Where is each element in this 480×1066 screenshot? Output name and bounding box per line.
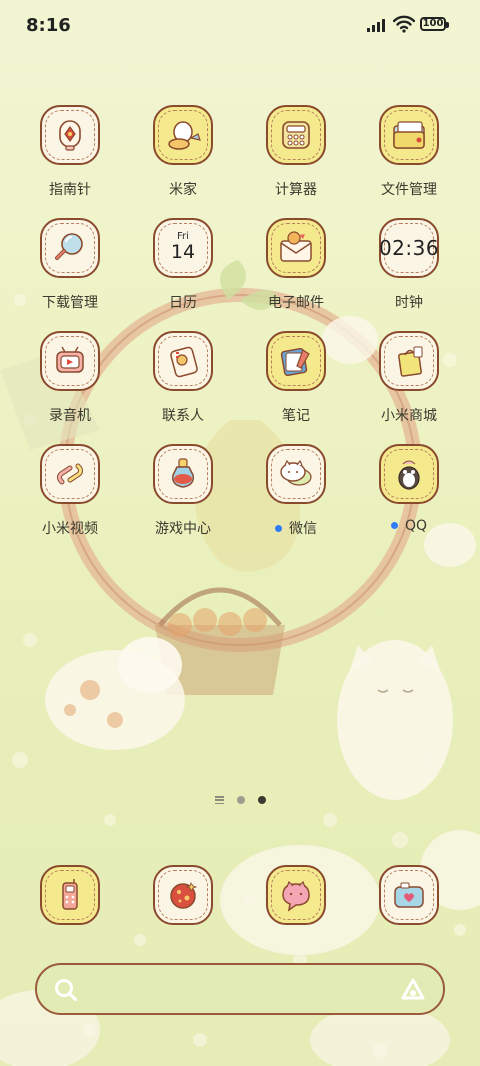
calendar-icon: Fri 14 (153, 218, 213, 278)
status-time: 8:16 (26, 15, 71, 36)
page-dot-1[interactable] (236, 796, 245, 804)
new-notification-dot (275, 524, 282, 532)
app-compass[interactable]: 指南针 (20, 105, 120, 199)
compass-icon (40, 105, 100, 165)
assistant-icon[interactable] (399, 977, 427, 1003)
app-label: 文件管理 (381, 182, 437, 198)
app-label: 小米视频 (42, 521, 98, 537)
battery-level: 100 (422, 18, 444, 29)
qq-icon (379, 444, 439, 504)
app-mijia[interactable]: 米家 (133, 105, 233, 199)
app-recorder[interactable]: 录音机 (20, 331, 120, 425)
mi-store-icon (379, 331, 439, 391)
battery-icon: 100 (420, 17, 449, 31)
contacts-icon (153, 331, 213, 391)
app-calendar[interactable]: Fri 14 日历 (133, 218, 233, 312)
dock-messages[interactable] (246, 865, 346, 925)
app-label: 时钟 (395, 295, 423, 311)
app-label: 米家 (169, 182, 197, 198)
file-manager-icon (379, 105, 439, 165)
app-notes[interactable]: 笔记 (246, 331, 346, 425)
app-calculator[interactable]: 计算器 (246, 105, 346, 199)
app-label: 游戏中心 (155, 521, 211, 537)
calendar-day: 14 (170, 241, 196, 263)
mijia-icon (153, 105, 213, 165)
clock-icon: 02:36 (379, 218, 439, 278)
wechat-icon (266, 444, 326, 504)
game-center-icon (153, 444, 213, 504)
app-wechat[interactable]: 微信 (246, 444, 346, 538)
app-label: 笔记 (282, 408, 310, 424)
dock-camera[interactable] (359, 865, 459, 925)
messages-icon (266, 865, 326, 925)
app-label: 联系人 (162, 408, 204, 424)
app-file-manager[interactable]: 文件管理 (359, 105, 459, 199)
cellular-signal-icon (367, 19, 385, 32)
app-label: 微信 (246, 518, 346, 538)
phone-icon (40, 865, 100, 925)
app-label: 录音机 (49, 408, 91, 424)
app-game-center[interactable]: 游戏中心 (133, 444, 233, 538)
status-bar: 8:16 100 (0, 0, 480, 52)
camera-icon (379, 865, 439, 925)
app-email[interactable]: 电子邮件 (246, 218, 346, 312)
app-label: 电子邮件 (268, 295, 324, 311)
app-label: QQ (359, 518, 459, 534)
app-mi-video[interactable]: 小米视频 (20, 444, 120, 538)
app-label: 指南针 (49, 182, 91, 198)
app-mi-store[interactable]: 小米商城 (359, 331, 459, 425)
notes-icon (266, 331, 326, 391)
calculator-icon (266, 105, 326, 165)
app-label: 下载管理 (42, 295, 98, 311)
recorder-icon (40, 331, 100, 391)
dock-phone[interactable] (20, 865, 120, 925)
page-dot-2-active[interactable] (257, 796, 266, 804)
download-manager-icon (40, 218, 100, 278)
email-icon (266, 218, 326, 278)
mi-video-icon (40, 444, 100, 504)
app-label: 计算器 (275, 182, 317, 198)
new-notification-dot (390, 521, 398, 529)
app-download-manager[interactable]: 下载管理 (20, 218, 120, 312)
app-label: 日历 (169, 295, 197, 311)
clock-time: 02:36 (378, 236, 440, 260)
search-icon[interactable] (53, 977, 79, 1003)
app-label: 小米商城 (381, 408, 437, 424)
app-clock[interactable]: 02:36 时钟 (359, 218, 459, 312)
browser-icon (153, 865, 213, 925)
app-contacts[interactable]: 联系人 (133, 331, 233, 425)
search-bar[interactable] (35, 963, 445, 1015)
page-indicator[interactable] (0, 796, 480, 804)
dock-browser[interactable] (133, 865, 233, 925)
app-drawer-indicator-icon[interactable] (214, 796, 224, 804)
app-qq[interactable]: QQ (359, 444, 459, 534)
wifi-icon (393, 15, 415, 33)
